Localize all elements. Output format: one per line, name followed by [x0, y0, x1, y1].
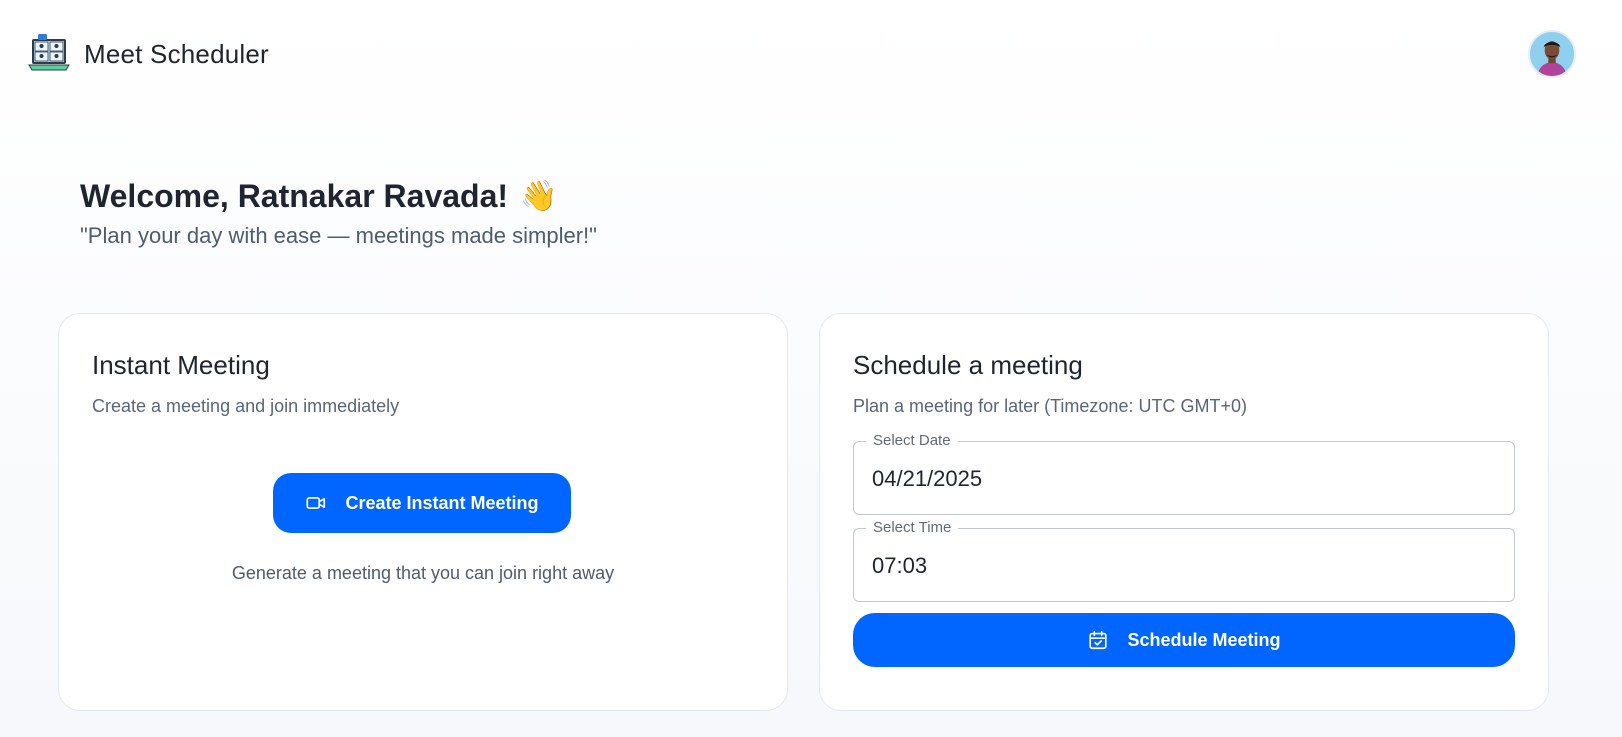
date-field-label: Select Date — [866, 432, 958, 449]
create-instant-meeting-label: Create Instant Meeting — [345, 492, 539, 513]
calendar-check-icon — [1089, 630, 1108, 650]
time-field-label: Select Time — [866, 519, 959, 536]
app-title: Meet Scheduler — [84, 38, 269, 69]
instant-meeting-title: Instant Meeting — [92, 350, 270, 380]
page: Meet Scheduler Welcome, Ratnakar Ravada!… — [0, 0, 1622, 737]
schedule-meeting-label: Schedule Meeting — [1127, 629, 1281, 650]
welcome-section: Welcome, Ratnakar Ravada! 👋 "Plan your d… — [80, 178, 597, 249]
welcome-text: Welcome, Ratnakar Ravada! — [80, 178, 509, 214]
instant-meeting-card: Instant Meeting Create a meeting and joi… — [58, 313, 788, 711]
top-header: Meet Scheduler — [0, 0, 1622, 108]
video-conference-laptop-icon — [28, 34, 70, 71]
welcome-subtitle: "Plan your day with ease — meetings made… — [80, 223, 597, 248]
waving-hand-icon: 👋 — [520, 179, 558, 213]
time-field-value[interactable]: 07:03 — [872, 553, 927, 579]
date-field-value[interactable]: 04/21/2025 — [872, 466, 982, 492]
time-field[interactable]: Select Time 07:03 — [853, 519, 1515, 602]
schedule-meeting-title: Schedule a meeting — [853, 350, 1083, 380]
brand[interactable]: Meet Scheduler — [28, 33, 269, 75]
instant-meeting-hint: Generate a meeting that you can join rig… — [231, 563, 615, 583]
welcome-heading: Welcome, Ratnakar Ravada! 👋 — [80, 178, 597, 215]
user-avatar[interactable] — [1528, 30, 1576, 78]
schedule-meeting-button[interactable]: Schedule Meeting — [853, 613, 1515, 667]
create-instant-meeting-button[interactable]: Create Instant Meeting — [273, 473, 571, 533]
video-camera-icon — [306, 497, 326, 509]
avatar-image — [1530, 32, 1574, 76]
schedule-meeting-card: Schedule a meeting Plan a meeting for la… — [819, 313, 1549, 711]
instant-meeting-description: Create a meeting and join immediately — [92, 396, 400, 416]
schedule-meeting-description: Plan a meeting for later (Timezone: UTC … — [853, 396, 1247, 416]
date-field[interactable]: Select Date 04/21/2025 — [853, 432, 1515, 515]
